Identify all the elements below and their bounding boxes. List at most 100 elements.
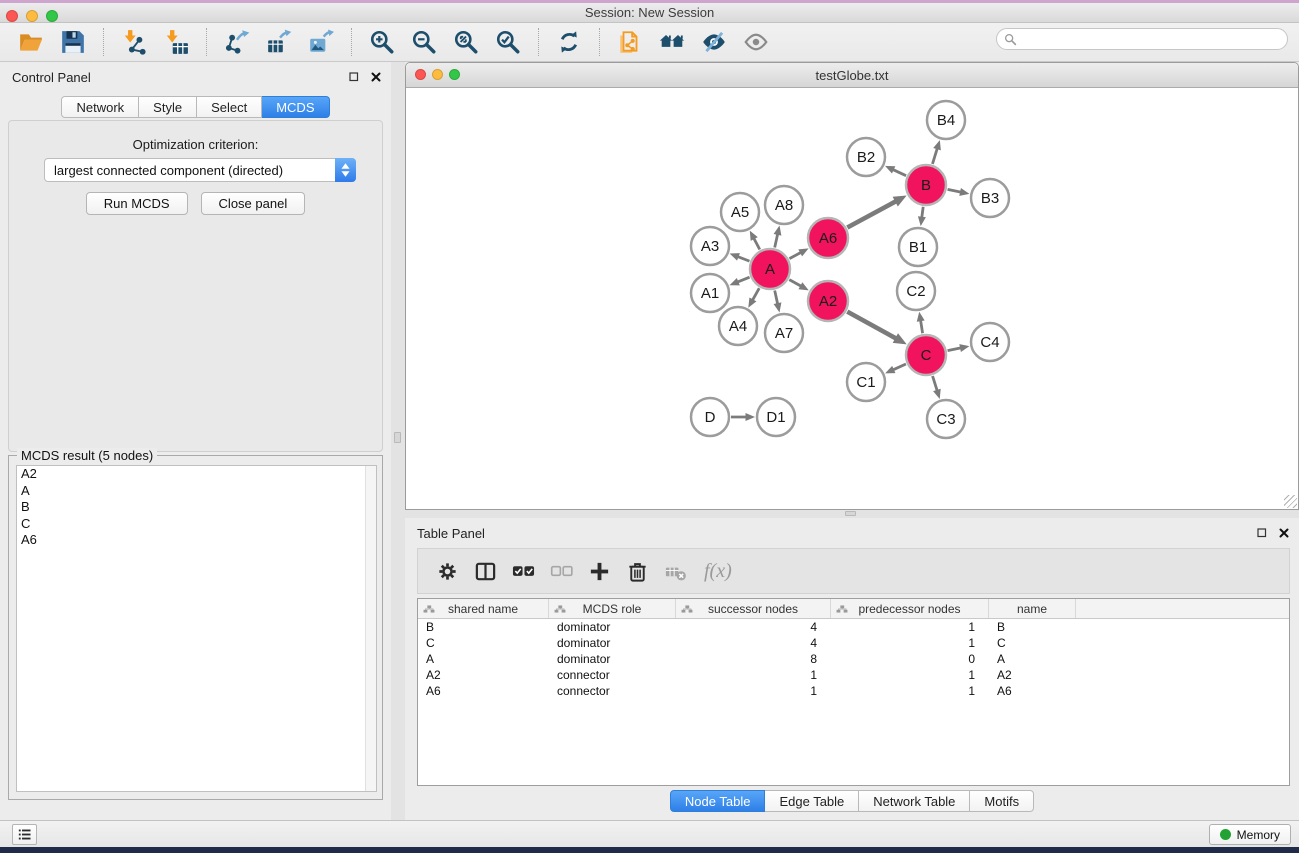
gear-icon[interactable] [432,556,462,586]
close-table-panel-icon[interactable] [1277,526,1291,540]
tab-mcds[interactable]: MCDS [262,96,329,118]
import-network-icon[interactable] [119,27,149,57]
graph-edge-A6-B[interactable] [847,195,906,227]
export-table-icon[interactable] [264,27,294,57]
network-close-traffic-light[interactable] [415,69,426,80]
graph-edge-B-B4[interactable] [932,140,940,164]
eye-icon[interactable] [741,27,771,57]
mcds-result-item[interactable]: C [17,516,376,533]
window-resize-grip[interactable] [1284,495,1297,508]
search-input[interactable] [1021,30,1287,48]
task-history-button[interactable] [12,824,37,845]
zoom-traffic-light[interactable] [46,10,58,22]
table-row[interactable]: Cdominator41C [418,635,1289,651]
column-header-name[interactable]: name [989,599,1076,618]
graph-node-C1[interactable]: C1 [847,363,885,401]
graph-edge-A-A2[interactable] [789,280,808,291]
tab-motifs[interactable]: Motifs [970,790,1034,812]
mcds-result-item[interactable]: A2 [17,466,376,483]
graph-node-C[interactable]: C [906,335,946,375]
minimize-traffic-light[interactable] [26,10,38,22]
close-panel-icon[interactable] [369,70,383,84]
graph-node-A[interactable]: A [750,249,790,289]
zoom-in-icon[interactable] [367,27,397,57]
table-row[interactable]: Bdominator41B [418,619,1289,635]
tab-select[interactable]: Select [197,96,262,118]
eye-slash-icon[interactable] [699,27,729,57]
graph-node-A5[interactable]: A5 [721,193,759,231]
zoom-selected-icon[interactable] [493,27,523,57]
graph-edge-A-A6[interactable] [789,248,808,258]
trash-icon[interactable] [622,556,652,586]
tab-style[interactable]: Style [139,96,197,118]
graph-node-A7[interactable]: A7 [765,314,803,352]
graph-edge-D-D1[interactable] [731,413,755,421]
doc-share-icon[interactable] [615,27,645,57]
zoom-out-icon[interactable] [409,27,439,57]
horizontal-split-handle[interactable] [845,511,856,516]
checked-boxes-icon[interactable] [508,556,538,586]
add-icon[interactable] [584,556,614,586]
mcds-result-item[interactable]: A6 [17,532,376,549]
column-header-shared-name[interactable]: shared name [418,599,549,618]
mcds-result-item[interactable]: B [17,499,376,516]
network-canvas[interactable]: B4B2BB3A8A5A6A3B1AC2A1A2A4A7C4CC1C3DD1 [406,88,1298,509]
tab-edge-table[interactable]: Edge Table [765,790,859,812]
graph-edge-A-A1[interactable] [729,277,749,285]
graph-edge-C-C3[interactable] [933,376,941,399]
refresh-icon[interactable] [554,27,584,57]
import-table-icon[interactable] [161,27,191,57]
graph-node-A1[interactable]: A1 [691,274,729,312]
export-network-icon[interactable] [222,27,252,57]
column-header-predecessor-nodes[interactable]: predecessor nodes [831,599,989,618]
graph-node-C4[interactable]: C4 [971,323,1009,361]
graph-node-A4[interactable]: A4 [719,307,757,345]
tab-node-table[interactable]: Node Table [670,790,766,812]
export-image-icon[interactable] [306,27,336,57]
zoom-fit-icon[interactable] [451,27,481,57]
graph-node-D1[interactable]: D1 [757,398,795,436]
graph-node-B[interactable]: B [906,165,946,205]
graph-node-A6[interactable]: A6 [808,218,848,258]
houses-icon[interactable] [657,27,687,57]
graph-node-B2[interactable]: B2 [847,138,885,176]
table-row[interactable]: A2connector11A2 [418,667,1289,683]
graph-node-A8[interactable]: A8 [765,186,803,224]
graph-edge-A-A3[interactable] [730,253,750,261]
close-panel-button[interactable]: Close panel [201,192,306,215]
graph-edge-B-B1[interactable] [918,207,926,226]
table-row[interactable]: A6connector11A6 [418,683,1289,699]
unchecked-boxes-icon[interactable] [546,556,576,586]
save-session-icon[interactable] [58,27,88,57]
network-minimize-traffic-light[interactable] [432,69,443,80]
graph-node-A3[interactable]: A3 [691,227,729,265]
graph-node-A2[interactable]: A2 [808,281,848,321]
graph-edge-C-C4[interactable] [948,344,970,352]
mcds-result-list[interactable]: A2ABCA6 [16,465,377,792]
search-box[interactable] [996,28,1288,50]
graph-node-B3[interactable]: B3 [971,179,1009,217]
float-table-panel-icon[interactable] [1255,526,1269,540]
tab-network-table[interactable]: Network Table [859,790,970,812]
memory-button[interactable]: Memory [1209,824,1291,845]
run-mcds-button[interactable]: Run MCDS [86,192,188,215]
graph-edge-A-A7[interactable] [774,290,782,312]
graph-edge-A2-C[interactable] [847,312,906,345]
graph-edge-A-A8[interactable] [774,226,782,248]
close-traffic-light[interactable] [6,10,18,22]
graph-edge-A-A5[interactable] [750,231,760,250]
mcds-result-item[interactable]: A [17,483,376,500]
table-row[interactable]: Adominator80A [418,651,1289,667]
vertical-split-handle[interactable] [394,432,401,443]
split-columns-icon[interactable] [470,556,500,586]
graph-node-B4[interactable]: B4 [927,101,965,139]
graph-edge-B-B2[interactable] [885,166,906,176]
graph-node-D[interactable]: D [691,398,729,436]
graph-node-C2[interactable]: C2 [897,272,935,310]
criterion-dropdown[interactable]: largest connected component (directed) [44,158,356,182]
graph-edge-B-B3[interactable] [948,188,970,196]
graph-edge-C-C2[interactable] [917,312,925,334]
graph-node-B1[interactable]: B1 [899,228,937,266]
network-zoom-traffic-light[interactable] [449,69,460,80]
column-header-successor-nodes[interactable]: successor nodes [676,599,831,618]
